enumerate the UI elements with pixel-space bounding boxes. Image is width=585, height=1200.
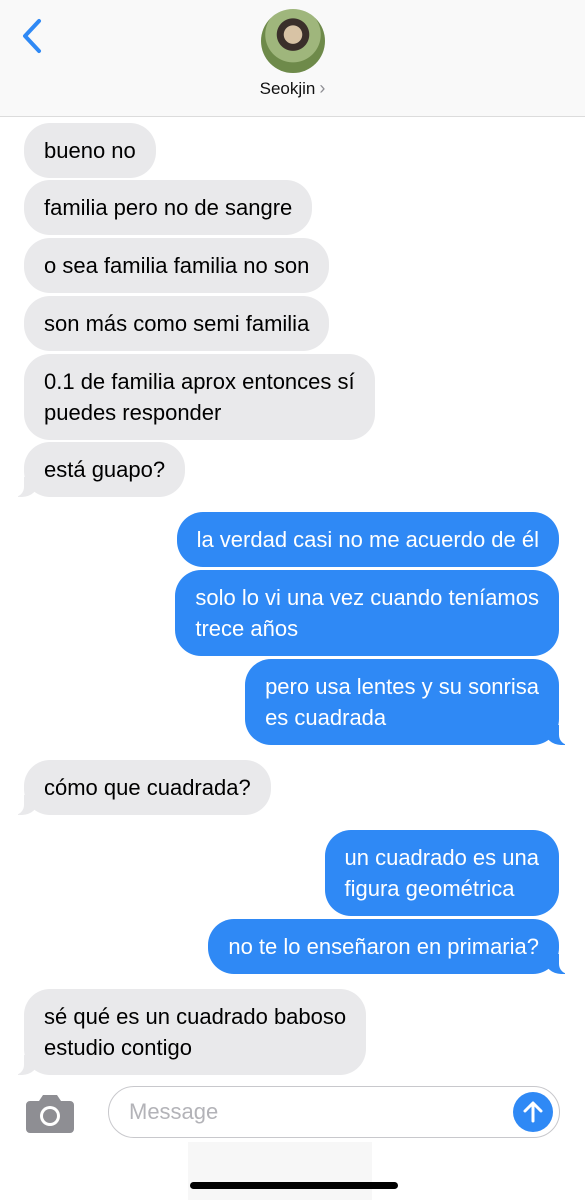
- message-text: o sea familia familia no son: [44, 253, 310, 278]
- message-text: familia pero no de sangre: [44, 195, 293, 220]
- send-button[interactable]: [513, 1092, 553, 1132]
- message-text: son más como semi familia: [44, 311, 310, 336]
- message-text-line-2: puedes responder: [44, 400, 222, 425]
- message-text-line-1: 0.1 de familia aprox entonces sí: [44, 369, 355, 394]
- camera-icon: [26, 1095, 74, 1133]
- message-text: bueno no: [44, 138, 136, 163]
- message-bubble-outgoing[interactable]: no te lo enseñaron en primaria?: [208, 919, 569, 974]
- contact-name[interactable]: Seokjin ›: [0, 78, 585, 99]
- message-bubble-outgoing[interactable]: la verdad casi no me acuerdo de él: [176, 512, 559, 567]
- message-bubble-incoming[interactable]: familia pero no de sangre: [24, 180, 313, 235]
- message-bubble-incoming[interactable]: o sea familia familia no son: [24, 238, 330, 293]
- message-text: está guapo?: [44, 457, 166, 482]
- message-bubble-incoming[interactable]: 0.1 de familia aprox entonces sí puedes …: [24, 354, 375, 440]
- message-list: bueno no familia pero no de sangre o sea…: [0, 116, 585, 1076]
- camera-button[interactable]: [24, 1091, 76, 1135]
- message-bubble-incoming[interactable]: bueno no: [24, 123, 156, 178]
- back-button[interactable]: [14, 16, 50, 56]
- message-text-line-1: pero usa lentes y su sonrisa: [265, 674, 539, 699]
- chevron-right-icon: ›: [319, 78, 326, 98]
- avatar[interactable]: [261, 9, 325, 73]
- home-indicator[interactable]: [190, 1182, 398, 1189]
- message-input[interactable]: [108, 1086, 560, 1138]
- message-text: la verdad casi no me acuerdo de él: [196, 527, 539, 552]
- keyboard-dock-shade: [188, 1142, 372, 1200]
- message-text-line-1: solo lo vi una vez cuando teníamos: [195, 585, 539, 610]
- message-text-line-2: estudio contigo: [44, 1035, 192, 1060]
- message-text-line-1: sé qué es un cuadrado baboso: [44, 1004, 347, 1029]
- message-text-line-2: es cuadrada: [265, 705, 387, 730]
- message-bubble-outgoing[interactable]: un cuadrado es una figura geométrica: [324, 830, 559, 916]
- message-bubble-incoming[interactable]: está guapo?: [13, 442, 186, 497]
- message-text-line-2: trece años: [195, 616, 299, 641]
- message-text: cómo que cuadrada?: [44, 775, 251, 800]
- message-bubble-incoming[interactable]: sé qué es un cuadrado baboso estudio con…: [13, 989, 367, 1075]
- message-bubble-outgoing[interactable]: solo lo vi una vez cuando teníamos trece…: [175, 570, 559, 656]
- contact-name-label: Seokjin: [259, 79, 316, 98]
- message-bubble-incoming[interactable]: cómo que cuadrada?: [14, 760, 271, 815]
- conversation-header: Seokjin ›: [0, 0, 585, 117]
- message-text-line-1: un cuadrado es una: [344, 845, 540, 870]
- message-bubble-outgoing[interactable]: pero usa lentes y su sonrisa es cuadrada: [245, 659, 569, 745]
- message-text: no te lo enseñaron en primaria?: [228, 934, 539, 959]
- message-text-line-2: figura geométrica: [344, 876, 515, 901]
- message-bubble-incoming[interactable]: son más como semi familia: [24, 296, 330, 351]
- chevron-left-icon: [23, 19, 41, 53]
- arrow-up-icon: [523, 1101, 543, 1123]
- message-composer: [0, 1076, 585, 1200]
